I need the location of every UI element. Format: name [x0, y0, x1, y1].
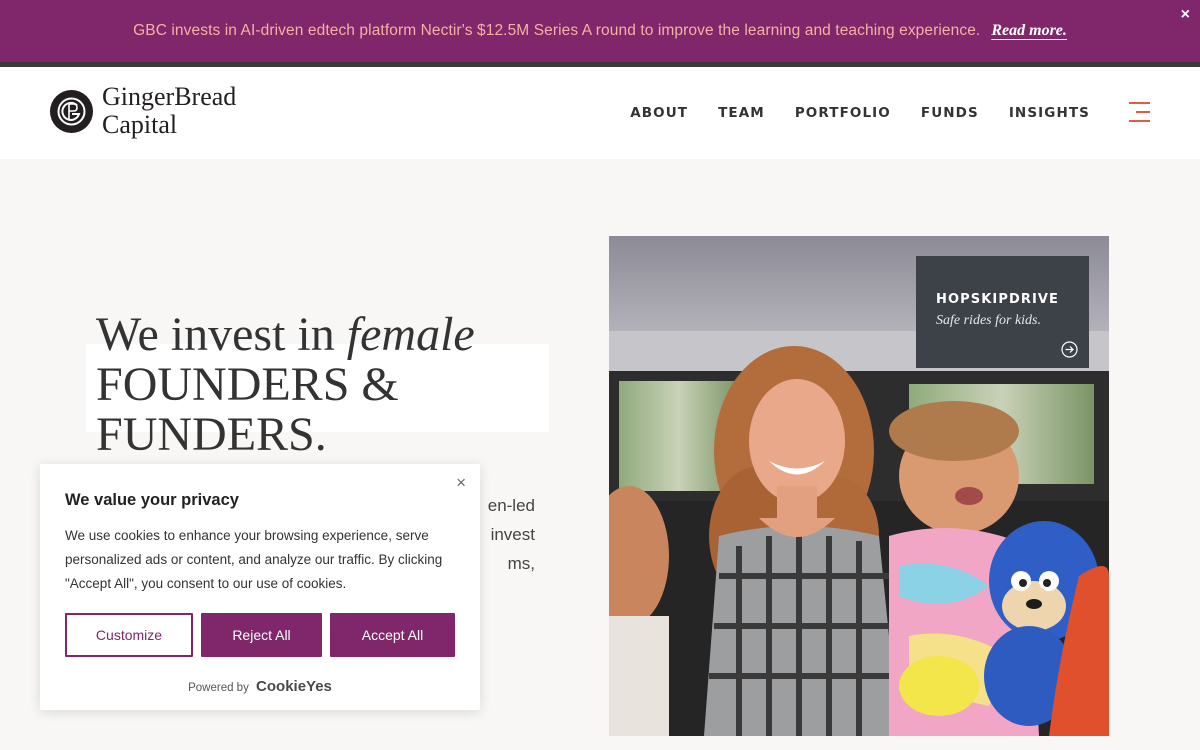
announcement-text: GBC invests in AI-driven edtech platform… [133, 22, 981, 39]
hamburger-icon[interactable] [1129, 102, 1150, 122]
portfolio-card[interactable]: HOPSKIPDRIVE Safe rides for kids. [916, 256, 1089, 368]
cookie-consent-dialog: × We value your privacy We use cookies t… [40, 464, 480, 710]
nav-insights[interactable]: INSIGHTS [1009, 105, 1090, 121]
nav-funds[interactable]: FUNDS [921, 105, 979, 121]
read-more-link[interactable]: Read more. [991, 22, 1067, 40]
nav-portfolio[interactable]: PORTFOLIO [795, 105, 891, 121]
title-italic: female [346, 308, 475, 361]
site-header: GingerBread Capital ABOUT TEAM PORTFOLIO… [0, 67, 1200, 159]
logo[interactable]: GingerBread Capital [50, 83, 236, 139]
announcement-banner: GBC invests in AI-driven edtech platform… [0, 0, 1200, 62]
powered-by: Powered by CookieYes [40, 678, 480, 695]
nav-team[interactable]: TEAM [718, 105, 765, 121]
logo-text: GingerBread Capital [102, 83, 236, 139]
title-part-1: We invest in [96, 308, 347, 361]
main-nav: ABOUT TEAM PORTFOLIO FUNDS INSIGHTS [600, 105, 1090, 121]
reject-all-button[interactable]: Reject All [201, 613, 322, 657]
close-icon[interactable]: × [456, 473, 466, 493]
powered-by-label: Powered by [188, 682, 249, 694]
title-line-2: FOUNDERS & [96, 358, 399, 411]
cookie-title: We value your privacy [65, 491, 239, 509]
cookie-text: We use cookies to enhance your browsing … [65, 528, 443, 591]
card-title: HOPSKIPDRIVE [936, 292, 1060, 307]
title-line-3: FUNDERS. [96, 408, 327, 461]
customize-button[interactable]: Customize [65, 613, 193, 657]
card-subtitle: Safe rides for kids. [936, 313, 1041, 328]
logo-mark-icon [50, 89, 93, 133]
logo-line-2: Capital [102, 110, 178, 139]
nav-about[interactable]: ABOUT [630, 105, 688, 121]
cookieyes-logo[interactable]: CookieYes [256, 678, 332, 695]
accept-all-button[interactable]: Accept All [330, 613, 455, 657]
close-icon[interactable]: × [1181, 6, 1190, 24]
logo-line-1: GingerBread [102, 82, 237, 111]
arrow-circle-icon[interactable] [1061, 341, 1078, 358]
hero-title: We invest in female FOUNDERS & FUNDERS. [96, 310, 576, 460]
